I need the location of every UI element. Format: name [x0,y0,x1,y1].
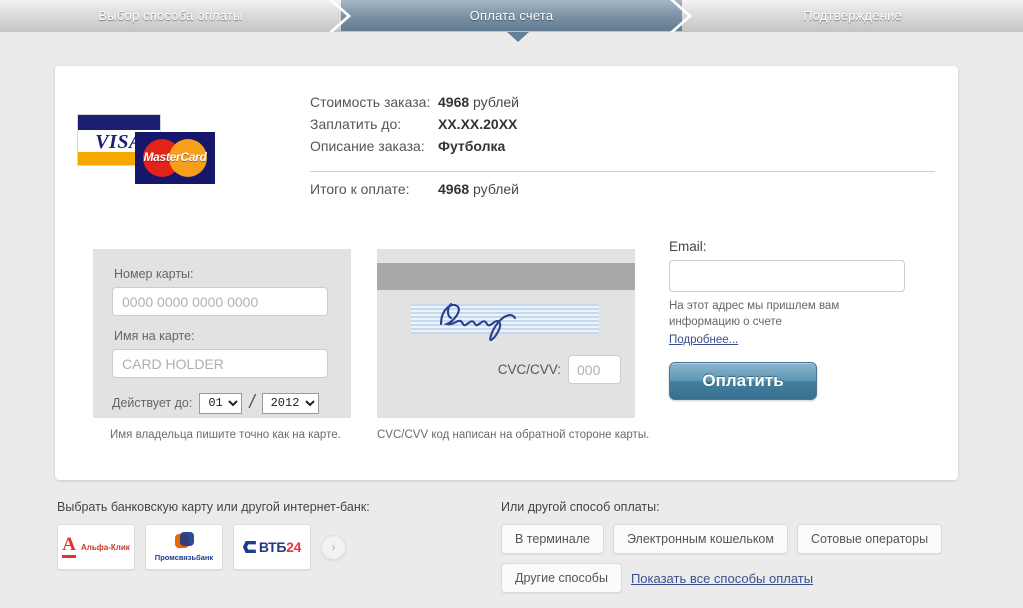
progress-steps: Выбор способа оплаты Оплата счета Подтве… [0,0,1023,32]
bank-label: ВТБ [258,539,287,555]
summary-row-price: Стоимость заказа: 4968 рублей [310,94,935,116]
expiry-year-select[interactable]: 2012 [261,392,319,414]
cvc-input[interactable] [568,355,621,384]
promsvyazbank-logo-icon [174,532,194,551]
banks-section: Выбрать банковскую карту или другой инте… [57,500,370,570]
step-label: Оплата счета [469,8,554,23]
methods-list: В терминале Электронным кошельком Сотовы… [501,524,961,593]
bank-option-promsvyazbank[interactable]: Промсвязьбанк [145,524,223,570]
method-button-mobile-operators[interactable]: Сотовые операторы [796,524,943,554]
banks-next-arrow-icon[interactable]: › [321,534,346,560]
cvc-card-back-box: CVC/CVV: [377,249,635,418]
other-methods-section: Или другой способ оплаты: В терминале Эл… [501,500,961,593]
order-summary: Стоимость заказа: 4968 рублей Заплатить … [310,94,935,203]
card-holder-hint: Имя владельца пишите точно как на карте. [110,429,341,441]
step-label: Выбор способа оплаты [98,8,243,23]
step-choose-method[interactable]: Выбор способа оплаты [0,0,341,31]
card-expiry-label: Действует до: [112,396,193,410]
email-label: Email: [669,239,707,254]
alfa-logo-icon: А [62,535,76,558]
summary-label: Стоимость заказа: [310,94,431,110]
email-and-pay-box: Email: На этот адрес мы пришлем вам инфо… [669,239,929,401]
summary-row-total: Итого к оплате: 4968 рублей [310,181,935,203]
mastercard-logo-label: MasterCard [143,150,207,164]
more-details-link[interactable]: Подробнее... [669,334,738,346]
card-brand-logos: VISA MasterCard [77,114,237,186]
email-note: На этот адрес мы пришлем вам информацию … [669,300,840,328]
step-confirmation[interactable]: Подтверждение [682,0,1023,31]
email-input[interactable] [669,260,905,292]
method-button-terminal[interactable]: В терминале [501,524,604,554]
step-label: Подтверждение [803,8,902,23]
payment-panel: VISA MasterCard Стоимость заказа: 4968 р… [55,66,958,480]
expiry-separator: / [249,392,255,413]
methods-section-title: Или другой способ оплаты: [501,500,660,514]
step-pay-invoice[interactable]: Оплата счета [341,0,682,31]
banks-section-title: Выбрать банковскую карту или другой инте… [57,500,370,514]
summary-divider [310,171,935,172]
bank-option-alfaclick[interactable]: А Альфа-Клик [57,524,135,570]
bank-label-suffix: 24 [286,539,302,555]
cvc-hint: CVC/CVV код написан на обратной стороне … [377,429,650,441]
summary-total-value: 4968 рублей [438,181,519,197]
summary-label: Заплатить до: [310,116,402,132]
summary-row-description: Описание заказа: Футболка [310,138,935,160]
pay-button[interactable]: Оплатить [669,362,817,401]
active-step-pointer-icon [507,32,529,42]
bank-option-vtb24[interactable]: ВТБ 24 [233,524,311,570]
summary-value: XX.XX.20XX [438,116,518,132]
summary-row-due-date: Заплатить до: XX.XX.20XX [310,116,935,138]
cvc-label: CVC/CVV: [497,362,561,377]
cvc-row: CVC/CVV: [377,355,635,384]
method-button-ewallet[interactable]: Электронным кошельком [612,524,788,554]
card-number-input[interactable] [112,287,328,316]
show-all-methods-link[interactable]: Показать все способы оплаты [631,563,813,593]
expiry-month-select[interactable]: 01 [199,392,243,414]
card-details-box: Номер карты: Имя на карте: Действует до:… [93,249,351,418]
bank-label: Промсвязьбанк [154,553,214,562]
signature-strip-icon [411,302,599,342]
summary-value: 4968 рублей [438,94,519,110]
summary-total-label: Итого к оплате: [310,181,410,197]
card-number-label: Номер карты: [114,267,194,281]
magnetic-stripe-icon [377,263,635,290]
summary-value: Футболка [438,138,506,154]
card-holder-input[interactable] [112,349,328,378]
mastercard-logo-icon: MasterCard [135,132,215,184]
bank-label: Альфа-Клик [80,542,130,552]
method-button-other[interactable]: Другие способы [501,563,622,593]
vtb-logo-icon [242,541,256,553]
card-holder-label: Имя на карте: [114,329,195,343]
bank-list: А Альфа-Клик Промсвязьбанк ВТБ 24 › [57,524,370,570]
summary-label: Описание заказа: [310,138,425,154]
card-expiry-row: Действует до: 01 / 2012 [112,392,332,414]
